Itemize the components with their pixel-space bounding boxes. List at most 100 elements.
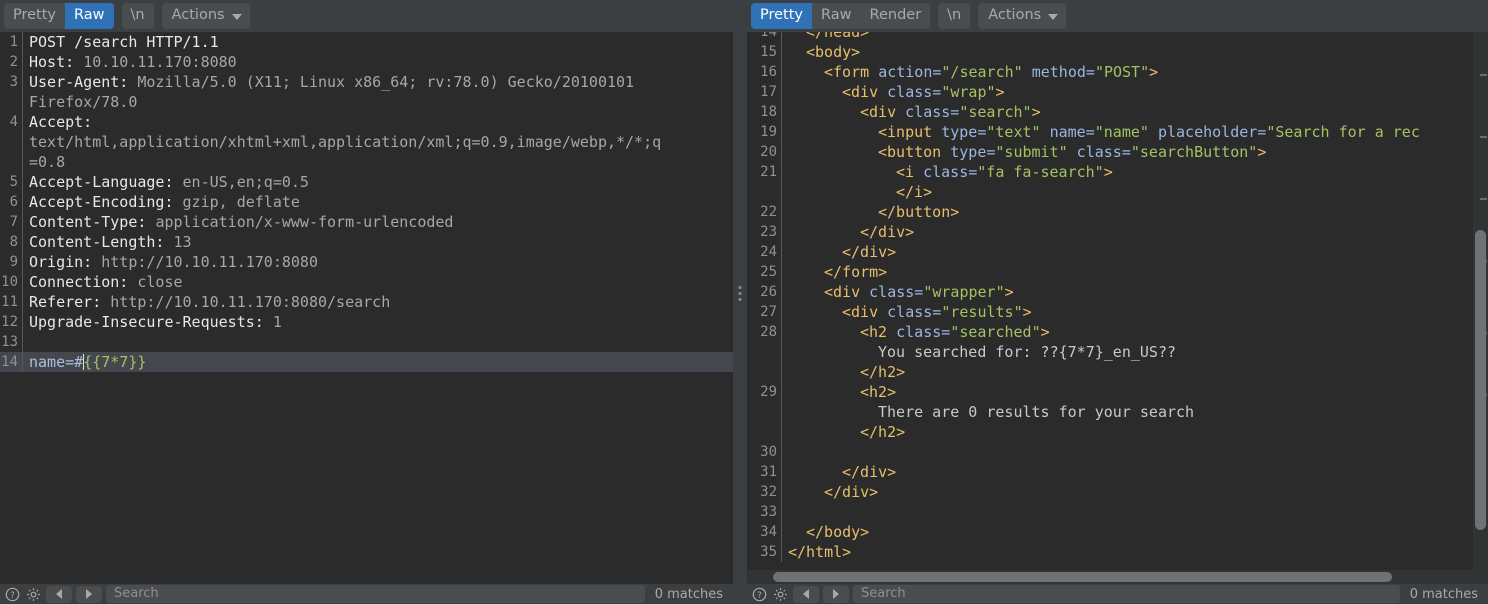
response-token: <h2> bbox=[860, 383, 897, 401]
request-line-text: Host: 10.10.11.170:8080 bbox=[23, 52, 237, 72]
response-view-mode-pretty[interactable]: Pretty bbox=[751, 3, 813, 29]
request-view-mode-raw[interactable]: Raw bbox=[65, 3, 114, 29]
response-line-text: </head> bbox=[782, 32, 869, 42]
request-actions-menu[interactable]: Actions bbox=[161, 3, 250, 29]
request-line-text: =0.8 bbox=[23, 152, 65, 172]
response-token: <div bbox=[860, 103, 906, 121]
response-code-line: </i> bbox=[747, 182, 1420, 202]
response-token: > bbox=[1022, 303, 1032, 321]
request-line-number: 4 bbox=[9, 114, 18, 130]
gutter-separator bbox=[781, 442, 782, 462]
request-token: close bbox=[137, 273, 183, 291]
response-token: </div> bbox=[842, 463, 897, 481]
response-view-mode-raw[interactable]: Raw bbox=[812, 3, 861, 29]
response-token: </h2> bbox=[860, 423, 906, 441]
response-token: "fa fa-search" bbox=[977, 163, 1104, 181]
request-code-line: 8 Content-Length: 13 bbox=[0, 232, 733, 252]
help-icon[interactable]: ? bbox=[751, 586, 768, 603]
response-code-line: 21 <i class="fa fa-search"> bbox=[747, 162, 1420, 182]
request-code-line: 3 User-Agent: Mozilla/5.0 (X11; Linux x86… bbox=[0, 72, 733, 92]
response-token: <body> bbox=[806, 43, 861, 61]
request-token: =0.8 bbox=[29, 153, 66, 171]
request-token: POST /search HTTP/1.1 bbox=[29, 33, 219, 51]
request-code-line: Firefox/78.0 bbox=[0, 92, 733, 112]
request-line-number: 1 bbox=[9, 34, 18, 50]
burp-message-editor: Pretty Raw \n Actions 1 POST /search HTTP/… bbox=[0, 0, 1488, 604]
request-toolbar: Pretty Raw \n Actions bbox=[0, 0, 733, 32]
request-token: gzip, deflate bbox=[182, 193, 300, 211]
response-line-number: 30 bbox=[760, 444, 777, 460]
find-next-button[interactable] bbox=[76, 585, 102, 603]
request-line-number: 12 bbox=[1, 314, 18, 330]
splitter-grip-icon[interactable] bbox=[738, 286, 742, 301]
response-token: <input bbox=[878, 123, 942, 141]
response-line-number: 28 bbox=[760, 324, 777, 340]
response-line-number: 35 bbox=[760, 544, 777, 560]
response-line-number: 26 bbox=[760, 284, 777, 300]
response-search-input[interactable]: Search bbox=[853, 585, 1400, 603]
svg-text:?: ? bbox=[10, 589, 14, 599]
request-token: 13 bbox=[173, 233, 192, 251]
panel-splitter[interactable] bbox=[733, 0, 747, 604]
response-view-mode-render[interactable]: Render bbox=[861, 3, 931, 29]
response-code-line: 17 <div class="wrap"> bbox=[747, 82, 1420, 102]
request-line-number: 13 bbox=[1, 334, 18, 350]
request-token: 1 bbox=[272, 313, 282, 331]
request-token: Content-Length: bbox=[29, 233, 174, 251]
response-token: > bbox=[1149, 63, 1159, 81]
request-code-line: 2 Host: 10.10.11.170:8080 bbox=[0, 52, 733, 72]
response-token: > bbox=[995, 83, 1005, 101]
response-token: </html> bbox=[788, 543, 852, 561]
request-token: application/x-www-form-urlencoded bbox=[155, 213, 454, 231]
response-token: class= bbox=[887, 303, 942, 321]
response-code-line: </h2> bbox=[747, 422, 1420, 442]
gear-icon[interactable] bbox=[772, 586, 789, 603]
response-code: 14 </head> 15 <body> 16 <form action="/search… bbox=[747, 32, 1420, 562]
response-match-count: 0 matches bbox=[1409, 586, 1478, 602]
find-previous-button[interactable] bbox=[46, 585, 72, 603]
response-newline-toggle[interactable]: \n bbox=[938, 3, 971, 29]
find-previous-button[interactable] bbox=[793, 585, 819, 603]
response-hscroll-thumb[interactable] bbox=[773, 572, 1392, 582]
gutter-separator bbox=[781, 502, 782, 522]
request-code-line: 11 Referer: http://10.10.11.170:8080/sear… bbox=[0, 292, 733, 312]
response-line-text: You searched for: ??{7*7}_en_US?? bbox=[782, 342, 1176, 362]
help-icon[interactable]: ? bbox=[4, 586, 21, 603]
response-panel: Pretty Raw Render \n Actions 14 </head> 15 <b… bbox=[747, 0, 1488, 604]
response-token: <form bbox=[824, 63, 879, 81]
gear-icon[interactable] bbox=[25, 586, 42, 603]
response-vscroll-thumb[interactable] bbox=[1475, 230, 1486, 530]
response-line-text: There are 0 results for your search bbox=[782, 402, 1194, 422]
response-token: class= bbox=[869, 283, 924, 301]
response-editor[interactable]: 14 </head> 15 <body> 16 <form action="/search… bbox=[747, 32, 1488, 584]
response-token: type= bbox=[950, 143, 996, 161]
request-newline-toggle[interactable]: \n bbox=[121, 3, 154, 29]
response-line-number: 22 bbox=[760, 204, 777, 220]
request-editor[interactable]: 1 POST /search HTTP/1.1 2 Host: 10.10.11.17… bbox=[0, 32, 733, 584]
response-code-line: 27 <div class="results"> bbox=[747, 302, 1420, 322]
request-code-line: =0.8 bbox=[0, 152, 733, 172]
find-next-button[interactable] bbox=[823, 585, 849, 603]
request-newline-button[interactable]: \n bbox=[122, 3, 154, 29]
request-line-number: 8 bbox=[9, 234, 18, 250]
request-token: Referer: bbox=[29, 293, 111, 311]
response-code-line: 34 </body> bbox=[747, 522, 1420, 542]
request-token: Connection: bbox=[29, 273, 138, 291]
response-code-line: 31 </div> bbox=[747, 462, 1420, 482]
response-actions-menu[interactable]: Actions bbox=[978, 3, 1067, 29]
response-line-number: 15 bbox=[760, 44, 777, 60]
request-code-line: 13 bbox=[0, 332, 733, 352]
response-token: </head> bbox=[806, 32, 870, 41]
request-view-mode-pretty[interactable]: Pretty bbox=[4, 3, 65, 29]
response-token: You searched for: ??{7*7}_en_US?? bbox=[878, 343, 1177, 361]
response-token: method= bbox=[1022, 63, 1095, 81]
request-token: Origin: bbox=[29, 253, 102, 271]
response-line-text: </form> bbox=[782, 262, 887, 282]
response-toolbar: Pretty Raw Render \n Actions bbox=[747, 0, 1488, 32]
request-panel: Pretty Raw \n Actions 1 POST /search HTTP/… bbox=[0, 0, 733, 604]
request-line-text: text/html,application/xhtml+xml,applicat… bbox=[23, 132, 661, 152]
request-search-input[interactable]: Search bbox=[106, 585, 645, 603]
response-token: action= bbox=[878, 63, 942, 81]
response-newline-button[interactable]: \n bbox=[938, 3, 970, 29]
response-line-text: <form action="/search" method="POST"> bbox=[782, 62, 1158, 82]
